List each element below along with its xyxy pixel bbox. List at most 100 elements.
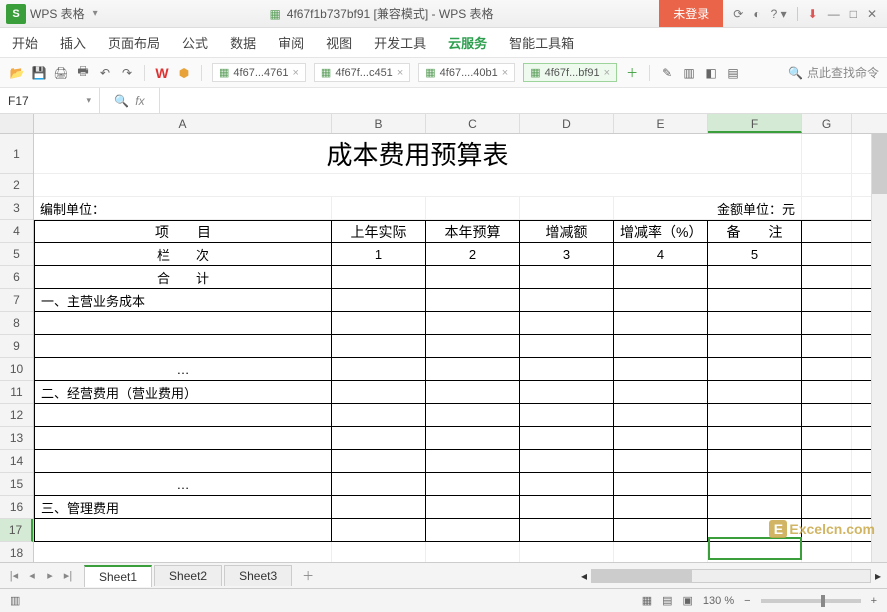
cells-area[interactable]: 成本费用预算表 编制单位： 金额单位：元 项 目 上年实际 本年预 — [34, 134, 887, 562]
row-header[interactable]: 5 — [0, 243, 33, 266]
row-header[interactable]: 4 — [0, 220, 33, 243]
header-rate[interactable]: 增减率（%） — [614, 221, 708, 242]
col-header-b[interactable]: B — [332, 114, 426, 133]
tab-nav-last[interactable]: ▸| — [60, 569, 76, 582]
row-header[interactable]: 8 — [0, 312, 33, 335]
fx-label[interactable]: fx — [135, 94, 144, 108]
col-header-e[interactable]: E — [614, 114, 708, 133]
undo-icon[interactable]: ↶ — [96, 64, 114, 82]
status-mode-icon[interactable]: ▥ — [10, 594, 20, 607]
close-icon[interactable]: × — [397, 67, 403, 79]
menu-smarttools[interactable]: 智能工具箱 — [509, 33, 574, 52]
close-icon[interactable]: × — [292, 67, 298, 79]
name-box[interactable]: F17▾ — [0, 88, 100, 113]
row-header[interactable]: 9 — [0, 335, 33, 358]
close-button[interactable]: ✕ — [867, 7, 877, 21]
download-icon[interactable]: ⬇ — [808, 7, 818, 21]
tool-icon-1[interactable]: ✎ — [658, 64, 676, 82]
header-item[interactable]: 项 目 — [34, 221, 332, 242]
col-header-f[interactable]: F — [708, 114, 802, 133]
login-button[interactable]: 未登录 — [659, 0, 723, 27]
menu-data[interactable]: 数据 — [230, 33, 256, 52]
tab-nav-prev[interactable]: ◂ — [24, 569, 40, 582]
row-header[interactable]: 16 — [0, 496, 33, 519]
sheet-title[interactable]: 成本费用预算表 — [34, 134, 802, 173]
menu-formula[interactable]: 公式 — [182, 33, 208, 52]
sheet-tab-2[interactable]: Sheet2 — [154, 565, 222, 586]
view-page-icon[interactable]: ▤ — [662, 594, 672, 607]
tab-nav-next[interactable]: ▸ — [42, 569, 58, 582]
horizontal-scrollbar[interactable]: ◂ ▸ — [322, 569, 881, 583]
menu-review[interactable]: 审阅 — [278, 33, 304, 52]
doc-tab-2[interactable]: ▦4f67....40b1× — [418, 63, 515, 82]
cube-icon[interactable]: ⬢ — [175, 64, 193, 82]
magnify-icon[interactable]: 🔍 — [114, 94, 129, 108]
menu-start[interactable]: 开始 — [12, 33, 38, 52]
row-header[interactable]: 12 — [0, 404, 33, 427]
row-header[interactable]: 2 — [0, 174, 33, 197]
zoom-in-button[interactable]: + — [871, 595, 877, 607]
col-header-a[interactable]: A — [34, 114, 332, 133]
zoom-out-button[interactable]: − — [744, 595, 750, 607]
add-sheet-button[interactable]: ＋ — [294, 564, 322, 587]
doc-tab-3[interactable]: ▦4f67f...bf91× — [523, 63, 617, 82]
search-command[interactable]: 🔍 点此查找命令 — [788, 64, 879, 81]
app-menu-dropdown[interactable]: ▾ — [93, 8, 98, 19]
view-break-icon[interactable]: ▣ — [683, 594, 693, 607]
row-header[interactable]: 18 — [0, 542, 33, 562]
header-remark[interactable]: 备 注 — [708, 221, 802, 242]
print-preview-icon[interactable]: 🖨 — [52, 64, 70, 82]
row-header[interactable]: 6 — [0, 266, 33, 289]
formula-input[interactable] — [160, 88, 887, 113]
row-header[interactable]: 1 — [0, 134, 33, 174]
col-header-c[interactable]: C — [426, 114, 520, 133]
print-icon[interactable]: 🖶 — [74, 64, 92, 82]
menu-devtools[interactable]: 开发工具 — [374, 33, 426, 52]
sync-icon[interactable]: ⟳ — [733, 7, 743, 21]
col-header-g[interactable]: G — [802, 114, 852, 133]
col-header-d[interactable]: D — [520, 114, 614, 133]
help-icon[interactable]: ? ▾ — [771, 7, 787, 21]
row-header[interactable]: 14 — [0, 450, 33, 473]
money-unit[interactable]: 金额单位：元 — [614, 197, 802, 219]
subheader-label[interactable]: 栏 次 — [34, 243, 332, 265]
menu-view[interactable]: 视图 — [326, 33, 352, 52]
select-all-corner[interactable] — [0, 114, 34, 133]
zoom-slider[interactable] — [761, 599, 861, 603]
sheet-tab-3[interactable]: Sheet3 — [224, 565, 292, 586]
header-prev[interactable]: 上年实际 — [332, 221, 426, 242]
tab-nav-first[interactable]: |◂ — [6, 569, 22, 582]
tool-icon-3[interactable]: ◧ — [702, 64, 720, 82]
zoom-value[interactable]: 130 % — [703, 595, 734, 607]
add-tab-button[interactable]: ＋ — [623, 64, 641, 82]
header-diff[interactable]: 增减额 — [520, 221, 614, 242]
tool-icon-2[interactable]: ▥ — [680, 64, 698, 82]
row-header[interactable]: 10 — [0, 358, 33, 381]
close-icon[interactable]: × — [502, 67, 508, 79]
unit-label[interactable]: 编制单位： — [34, 197, 332, 219]
open-icon[interactable]: 📂 — [8, 64, 26, 82]
tool-icon-4[interactable]: ▤ — [724, 64, 742, 82]
vertical-scrollbar[interactable] — [871, 134, 887, 562]
row-header[interactable]: 15 — [0, 473, 33, 496]
sheet-tab-1[interactable]: Sheet1 — [84, 565, 152, 587]
doc-tab-0[interactable]: ▦4f67...4761× — [212, 63, 306, 82]
skin-icon[interactable]: ◐ — [753, 7, 760, 21]
row-header[interactable]: 7 — [0, 289, 33, 312]
close-icon[interactable]: × — [604, 67, 610, 79]
minimize-button[interactable]: — — [828, 7, 840, 21]
row-header[interactable]: 13 — [0, 427, 33, 450]
scroll-right-icon[interactable]: ▸ — [875, 569, 881, 583]
menu-pagelayout[interactable]: 页面布局 — [108, 33, 160, 52]
row-header[interactable]: 11 — [0, 381, 33, 404]
wps-w-icon[interactable]: W — [153, 64, 171, 82]
menu-insert[interactable]: 插入 — [60, 33, 86, 52]
maximize-button[interactable]: □ — [850, 7, 857, 21]
redo-icon[interactable]: ↷ — [118, 64, 136, 82]
header-budget[interactable]: 本年预算 — [426, 221, 520, 242]
scroll-left-icon[interactable]: ◂ — [581, 569, 587, 583]
doc-tab-1[interactable]: ▦4f67f...c451× — [314, 63, 410, 82]
row-header[interactable]: 3 — [0, 197, 33, 220]
save-icon[interactable]: 💾 — [30, 64, 48, 82]
row-header[interactable]: 17 — [0, 519, 33, 542]
